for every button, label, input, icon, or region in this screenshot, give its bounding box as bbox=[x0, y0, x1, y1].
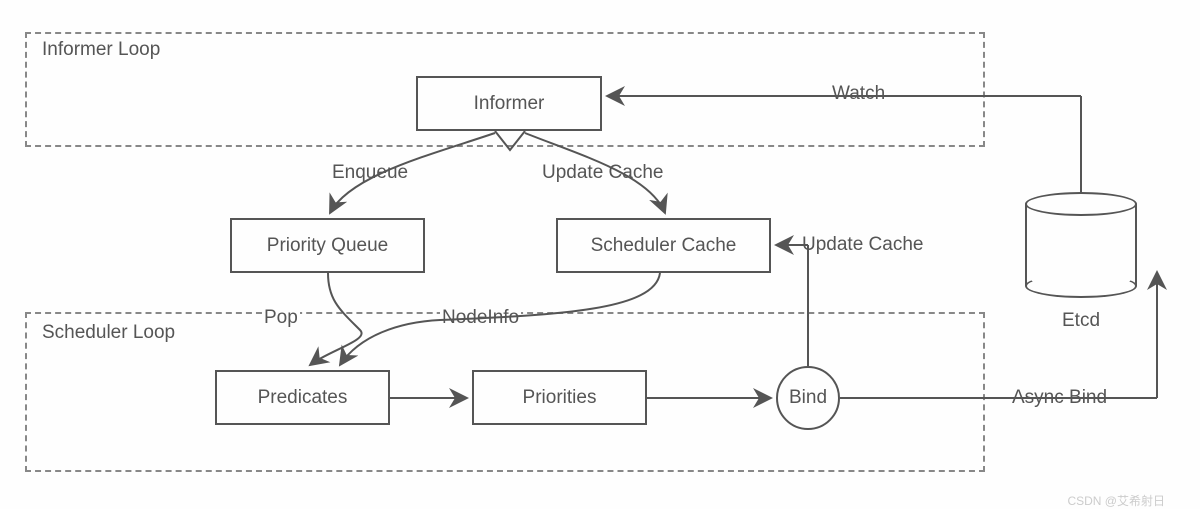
pop-label: Pop bbox=[262, 307, 300, 329]
predicates-node: Predicates bbox=[215, 370, 390, 425]
bind-node: Bind bbox=[776, 366, 840, 430]
update-cache-1-label: Update Cache bbox=[540, 162, 665, 184]
etcd-label: Etcd bbox=[1060, 310, 1102, 332]
watch-label: Watch bbox=[830, 83, 887, 105]
async-bind-label: Async Bind bbox=[1010, 387, 1109, 409]
informer-node: Informer bbox=[416, 76, 602, 131]
scheduler-cache-node: Scheduler Cache bbox=[556, 218, 771, 273]
scheduler-loop-label: Scheduler Loop bbox=[36, 322, 181, 344]
update-cache-2-label: Update Cache bbox=[800, 234, 925, 256]
diagram-canvas: Informer Loop Scheduler Loop Informer Pr… bbox=[0, 0, 1200, 509]
watermark: CSDN @艾希射日 bbox=[1067, 492, 1165, 509]
informer-loop-label: Informer Loop bbox=[36, 39, 166, 61]
priority-queue-node: Priority Queue bbox=[230, 218, 425, 273]
etcd-cylinder bbox=[1025, 192, 1137, 298]
enqueue-label: Enqueue bbox=[330, 162, 410, 184]
nodeinfo-label: NodeInfo bbox=[440, 307, 521, 329]
priorities-node: Priorities bbox=[472, 370, 647, 425]
